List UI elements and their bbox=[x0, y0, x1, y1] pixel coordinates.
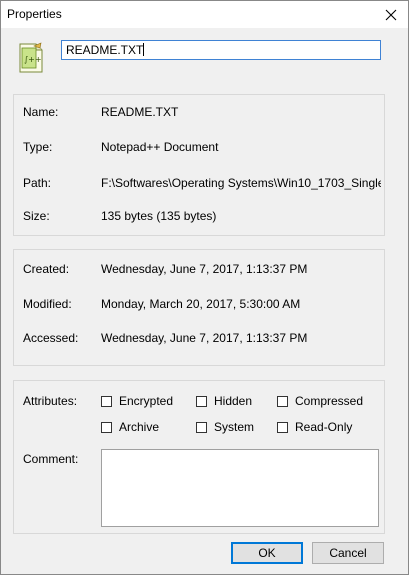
cancel-button[interactable]: Cancel bbox=[312, 542, 384, 564]
name-value: README.TXT bbox=[101, 105, 179, 119]
file-name-text: README.TXT bbox=[66, 43, 144, 57]
encrypted-checkbox[interactable]: Encrypted bbox=[101, 393, 173, 409]
checkbox-box[interactable] bbox=[196, 421, 207, 433]
file-dates-group: Created: Wednesday, June 7, 2017, 1:13:3… bbox=[13, 249, 385, 366]
size-value: 135 bytes (135 bytes) bbox=[101, 209, 217, 223]
path-value[interactable]: F:\Softwares\Operating Systems\Win10_170… bbox=[101, 175, 381, 191]
attributes-label: Attributes: bbox=[23, 394, 78, 408]
file-name-field[interactable]: README.TXT bbox=[61, 40, 381, 60]
comment-field[interactable] bbox=[101, 449, 379, 527]
file-info-group: Name: README.TXT Type: Notepad++ Documen… bbox=[13, 94, 385, 236]
modified-label: Modified: bbox=[23, 297, 72, 311]
created-label: Created: bbox=[23, 262, 70, 276]
checkbox-box[interactable] bbox=[277, 395, 288, 407]
accessed-value: Wednesday, June 7, 2017, 1:13:37 PM bbox=[101, 331, 308, 345]
path-label: Path: bbox=[23, 176, 52, 190]
type-value: Notepad++ Document bbox=[101, 140, 219, 154]
hidden-label: Hidden bbox=[214, 394, 253, 408]
system-label: System bbox=[214, 420, 255, 434]
system-checkbox[interactable]: System bbox=[196, 419, 254, 435]
close-button[interactable] bbox=[374, 1, 408, 28]
attributes-group: Attributes: Encrypted Hidden Compressed … bbox=[13, 380, 385, 534]
accessed-label: Accessed: bbox=[23, 331, 79, 345]
compressed-checkbox[interactable]: Compressed bbox=[277, 393, 363, 409]
checkbox-box[interactable] bbox=[277, 421, 288, 433]
notepad-plus-plus-document-icon: ∫++ bbox=[19, 42, 43, 73]
close-icon bbox=[385, 9, 397, 20]
read-only-label: Read-Only bbox=[295, 420, 353, 434]
modified-value: Monday, March 20, 2017, 5:30:00 AM bbox=[101, 297, 301, 311]
encrypted-label: Encrypted bbox=[119, 394, 174, 408]
title-bar[interactable]: Properties bbox=[1, 1, 408, 28]
type-label: Type: bbox=[23, 140, 53, 154]
archive-label: Archive bbox=[119, 420, 160, 434]
archive-checkbox[interactable]: Archive bbox=[101, 419, 159, 435]
ok-button[interactable]: OK bbox=[231, 542, 303, 564]
svg-text:∫++: ∫++ bbox=[24, 55, 42, 64]
compressed-label: Compressed bbox=[295, 394, 364, 408]
size-label: Size: bbox=[23, 209, 50, 223]
name-label: Name: bbox=[23, 105, 59, 119]
properties-dialog: Properties ∫++ README.TXT Name: README.T… bbox=[0, 0, 409, 575]
text-caret bbox=[143, 43, 145, 56]
created-value: Wednesday, June 7, 2017, 1:13:37 PM bbox=[101, 262, 308, 276]
comment-label: Comment: bbox=[23, 452, 79, 466]
hidden-checkbox[interactable]: Hidden bbox=[196, 393, 252, 409]
checkbox-box[interactable] bbox=[101, 395, 112, 407]
checkbox-box[interactable] bbox=[101, 421, 112, 433]
read-only-checkbox[interactable]: Read-Only bbox=[277, 419, 352, 435]
checkbox-box[interactable] bbox=[196, 395, 207, 407]
window-title: Properties bbox=[7, 7, 62, 21]
